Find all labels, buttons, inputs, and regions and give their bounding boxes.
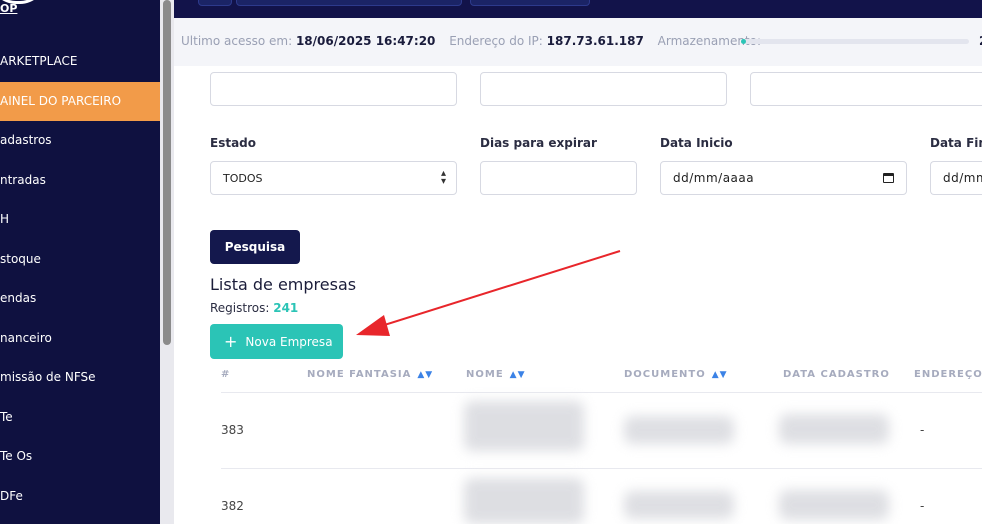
blurred-cell-data-cadastro bbox=[779, 490, 889, 520]
data-fim-placeholder: dd/mm bbox=[943, 171, 982, 185]
sidebar-item-cte-os[interactable]: Te Os bbox=[0, 437, 160, 477]
sort-icon[interactable]: ▲▼ bbox=[417, 370, 433, 380]
column-header-nome[interactable]: NOME ▲▼ bbox=[466, 369, 526, 380]
column-header-nome-fantasia-label: NOME FANTASIA bbox=[307, 369, 412, 380]
status-row: Ultimo acesso em: 18/06/2025 16:47:20 En… bbox=[181, 34, 761, 48]
search-button[interactable]: Pesquisa bbox=[210, 230, 300, 264]
sidebar: OP ARKETPLACE AINEL DO PARCEIRO adastros… bbox=[0, 0, 160, 524]
data-inicio-input[interactable]: dd/mm/aaaa bbox=[660, 161, 907, 195]
top-bar-button[interactable] bbox=[198, 0, 232, 6]
sidebar-item-mdfe[interactable]: DFe bbox=[0, 477, 160, 517]
blurred-cell-documento bbox=[624, 491, 734, 519]
sidebar-item-entradas[interactable]: ntradas bbox=[0, 161, 160, 201]
sidebar-item-cte[interactable]: Te bbox=[0, 398, 160, 438]
logo[interactable]: OP bbox=[0, 2, 17, 15]
sidebar-item-marketplace[interactable]: ARKETPLACE bbox=[0, 42, 160, 82]
estado-select-value: TODOS bbox=[223, 172, 263, 185]
data-fim-label: Data Fina bbox=[930, 136, 982, 150]
main-content: Estado Dias para expirar Data Inicio Dat… bbox=[174, 66, 982, 524]
ip-value: 187.73.61.187 bbox=[546, 34, 644, 48]
plus-icon: + bbox=[224, 332, 238, 351]
table-cell-endereco: - bbox=[920, 423, 925, 437]
registros-value: 241 bbox=[273, 301, 299, 315]
sidebar-item-painel-do-parceiro[interactable]: AINEL DO PARCEIRO bbox=[0, 81, 160, 121]
estado-label: Estado bbox=[210, 136, 257, 150]
column-header-data-cadastro[interactable]: DATA CADASTRO bbox=[783, 369, 890, 380]
column-header-id[interactable]: # bbox=[221, 369, 230, 380]
column-header-documento[interactable]: DOCUMENTO ▲▼ bbox=[624, 369, 728, 380]
data-fim-input[interactable]: dd/mm bbox=[930, 161, 982, 195]
new-company-button[interactable]: + Nova Empresa bbox=[210, 324, 343, 359]
top-bar-button[interactable] bbox=[470, 0, 590, 6]
table-divider bbox=[221, 392, 982, 393]
column-header-documento-label: DOCUMENTO bbox=[624, 369, 706, 380]
top-bar bbox=[174, 0, 982, 18]
scrollbar-thumb[interactable] bbox=[163, 0, 171, 345]
blurred-cell-data-cadastro bbox=[779, 414, 889, 444]
status-bar: Ultimo acesso em: 18/06/2025 16:47:20 En… bbox=[174, 18, 982, 66]
data-inicio-label: Data Inicio bbox=[660, 136, 733, 150]
registros-label: Registros: bbox=[210, 301, 270, 315]
table-cell-id: 382 bbox=[221, 499, 244, 513]
storage-progress-fill bbox=[741, 39, 746, 44]
list-title: Lista de empresas bbox=[210, 275, 357, 294]
sidebar-item-emissao-nfse[interactable]: missão de NFSe bbox=[0, 358, 160, 398]
last-access-value: 18/06/2025 16:47:20 bbox=[295, 34, 436, 48]
table-divider bbox=[221, 468, 982, 469]
sidebar-item-cadastros[interactable]: adastros bbox=[0, 121, 160, 161]
sidebar-menu: ARKETPLACE AINEL DO PARCEIRO adastros nt… bbox=[0, 42, 160, 516]
sidebar-item-estoque[interactable]: stoque bbox=[0, 240, 160, 280]
sort-icon[interactable]: ▲▼ bbox=[510, 370, 526, 380]
last-access-label: Ultimo acesso em: bbox=[181, 34, 293, 48]
sidebar-scrollbar[interactable] bbox=[160, 0, 174, 524]
calendar-icon[interactable] bbox=[883, 173, 894, 183]
new-company-label: Nova Empresa bbox=[245, 335, 333, 349]
blurred-cell-documento bbox=[624, 416, 734, 444]
storage-progress-bar bbox=[741, 39, 969, 44]
column-header-nome-label: NOME bbox=[466, 369, 504, 380]
dias-expirar-label: Dias para expirar bbox=[480, 136, 597, 150]
ip-label: Endereço do IP: bbox=[449, 34, 543, 48]
dias-expirar-input[interactable] bbox=[480, 161, 637, 195]
column-header-endereco[interactable]: ENDEREÇO bbox=[914, 369, 982, 380]
filter-input-top-1[interactable] bbox=[210, 72, 457, 106]
blurred-cell-nome bbox=[464, 401, 584, 451]
select-arrows-icon: ▴ ▾ bbox=[440, 168, 446, 187]
estado-select[interactable]: TODOS ▴ ▾ bbox=[210, 161, 457, 195]
sidebar-item-rh[interactable]: H bbox=[0, 200, 160, 240]
sidebar-item-vendas[interactable]: endas bbox=[0, 279, 160, 319]
filter-input-top-2[interactable] bbox=[480, 72, 727, 106]
table-cell-endereco: - bbox=[920, 499, 925, 513]
filter-input-top-3[interactable] bbox=[750, 72, 982, 106]
registros-count: Registros: 241 bbox=[210, 301, 298, 315]
sidebar-item-financeiro[interactable]: nanceiro bbox=[0, 319, 160, 359]
top-bar-button[interactable] bbox=[236, 0, 462, 6]
blurred-cell-nome bbox=[464, 478, 584, 524]
data-inicio-placeholder: dd/mm/aaaa bbox=[673, 171, 755, 185]
table-cell-id: 383 bbox=[221, 423, 244, 437]
column-header-nome-fantasia[interactable]: NOME FANTASIA ▲▼ bbox=[307, 369, 433, 380]
sort-icon[interactable]: ▲▼ bbox=[712, 370, 728, 380]
